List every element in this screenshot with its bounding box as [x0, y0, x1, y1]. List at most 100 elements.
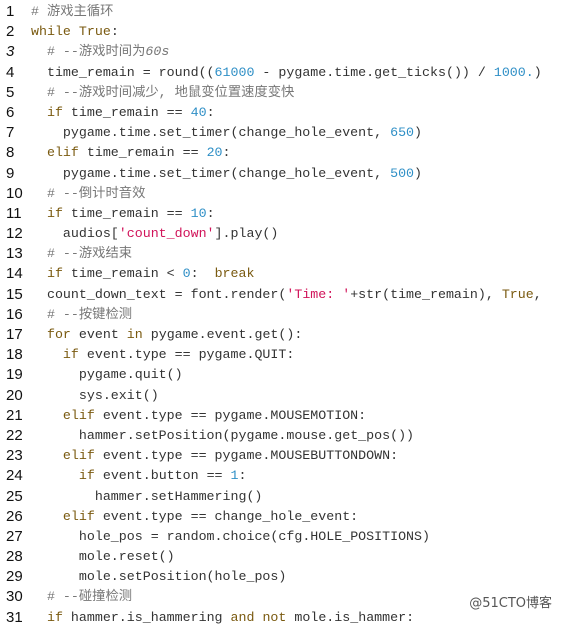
line-number: 29 — [6, 568, 23, 586]
code-line: 4 time_remain = round((61000 - pygame.ti… — [0, 63, 564, 83]
code-token: mole.setPosition(hole_pos) — [78, 569, 287, 585]
code-token: ) — [414, 165, 423, 181]
code-line: 16 # --按键检测 — [0, 305, 564, 325]
code-text: count_down_text = font.render('Time: '+s… — [31, 285, 550, 305]
code-text: # --倒计时音效 — [31, 184, 145, 204]
comment-token: # --游戏时间减少, 地鼠变位置速度变快 — [46, 84, 295, 100]
code-text: if event.type == pygame.QUIT: — [31, 345, 294, 365]
code-text: while True: — [31, 22, 119, 42]
line-number: 6 — [6, 103, 15, 121]
code-token: event.type == pygame.MOUSEBUTTONDOWN: — [94, 448, 399, 464]
code-line: 23 elif event.type == pygame.MOUSEBUTTON… — [0, 446, 564, 466]
code-line: 1 # 游戏主循环 — [0, 2, 564, 22]
code-text: mole.setPosition(hole_pos) — [31, 567, 286, 587]
code-token: count_down_text = font.render( — [46, 286, 287, 302]
code-text: # 游戏主循环 — [31, 2, 113, 22]
code-token: hammer.is_hammering — [62, 609, 231, 625]
code-line: 15 count_down_text = font.render('Time: … — [0, 285, 564, 305]
code-token: ) — [414, 125, 423, 141]
code-text: elif time_remain == 20: — [31, 143, 231, 163]
line-number: 14 — [6, 265, 23, 283]
number-token: 0 — [182, 266, 191, 282]
keyword-token: if — [46, 205, 63, 221]
line-number: 24 — [6, 467, 23, 485]
code-line: 29 mole.setPosition(hole_pos) — [0, 567, 564, 587]
string-token: 'Time: ' — [286, 286, 351, 302]
code-line: 3 # --游戏时间为60s — [0, 42, 564, 62]
line-number: 5 — [6, 83, 15, 101]
code-token: pygame.event.get(): — [142, 327, 303, 342]
line-number: 13 — [6, 245, 23, 263]
code-token: time_remain == — [62, 205, 191, 221]
keyword-token: not — [262, 609, 287, 625]
code-text: if hammer.is_hammering and not mole.is_h… — [31, 608, 414, 628]
keyword-token: True — [501, 286, 534, 302]
code-token: , — [533, 286, 550, 302]
line-number: 2 — [6, 23, 15, 41]
code-line: 11 if time_remain == 10: — [0, 204, 564, 224]
line-number: 7 — [6, 124, 15, 142]
code-line: 14 if time_remain < 0: break — [0, 264, 564, 284]
number-token: 1000. — [493, 64, 534, 80]
line-number: 20 — [6, 386, 23, 404]
line-number: 22 — [6, 426, 23, 444]
code-token: event — [70, 327, 127, 342]
code-token: event.type == pygame.QUIT: — [78, 347, 295, 363]
line-number: 9 — [6, 164, 15, 182]
keyword-token: elif — [62, 407, 95, 423]
code-token: mole.is_hammer: — [286, 609, 415, 625]
code-token: hammer.setPosition(pygame.mouse.get_pos(… — [78, 427, 415, 443]
line-number: 18 — [6, 346, 23, 364]
comment-token: # --倒计时音效 — [46, 185, 146, 201]
string-token: 'count_down' — [118, 226, 215, 242]
code-text: audios['count_down'].play() — [31, 224, 278, 244]
line-number: 15 — [6, 285, 23, 303]
keyword-token: for — [46, 327, 71, 342]
keyword-token: if — [46, 266, 63, 282]
keyword-token: in — [126, 327, 143, 342]
code-text: elif event.type == pygame.MOUSEBUTTONDOW… — [31, 446, 398, 466]
code-line: 24 if event.button == 1: — [0, 466, 564, 486]
code-text: hole_pos = random.choice(cfg.HOLE_POSITI… — [31, 527, 430, 547]
code-text: # --游戏时间减少, 地鼠变位置速度变快 — [31, 83, 294, 103]
code-text: # --游戏时间为60s — [31, 42, 169, 62]
code-token: hole_pos = random.choice(cfg.HOLE_POSITI… — [78, 528, 430, 544]
number-token: 10 — [190, 205, 207, 221]
code-token: time_remain = round(( — [46, 64, 215, 80]
code-token: event.type == change_hole_event: — [94, 508, 359, 524]
line-number: 16 — [6, 305, 23, 323]
code-text: time_remain = round((61000 - pygame.time… — [31, 63, 542, 83]
code-text: # --碰撞检测 — [31, 587, 132, 607]
comment-token: # --游戏时间为 — [46, 44, 146, 60]
line-number: 23 — [6, 447, 23, 465]
code-view: 1 # 游戏主循环 2 while True: 3 # --游戏时间为60s 4 time… — [0, 2, 564, 628]
keyword-token: if — [46, 609, 63, 625]
code-text: pygame.quit() — [31, 365, 183, 385]
code-token: : — [206, 205, 215, 221]
code-line: 7 pygame.time.set_timer(change_hole_even… — [0, 123, 564, 143]
code-text: for event in pygame.event.get(): — [31, 325, 302, 345]
comment-token: # --游戏结束 — [46, 246, 133, 262]
code-line: 22 hammer.setPosition(pygame.mouse.get_p… — [0, 426, 564, 446]
comment-token: # --按键检测 — [46, 306, 133, 322]
code-text: elif event.type == change_hole_event: — [31, 507, 358, 527]
keyword-token: while — [31, 24, 71, 40]
number-token: 650 — [390, 125, 415, 141]
code-text: if time_remain < 0: break — [31, 264, 255, 284]
code-token: hammer.setHammering() — [94, 488, 263, 504]
keyword-token: True — [78, 24, 111, 40]
code-text: mole.reset() — [31, 547, 175, 567]
